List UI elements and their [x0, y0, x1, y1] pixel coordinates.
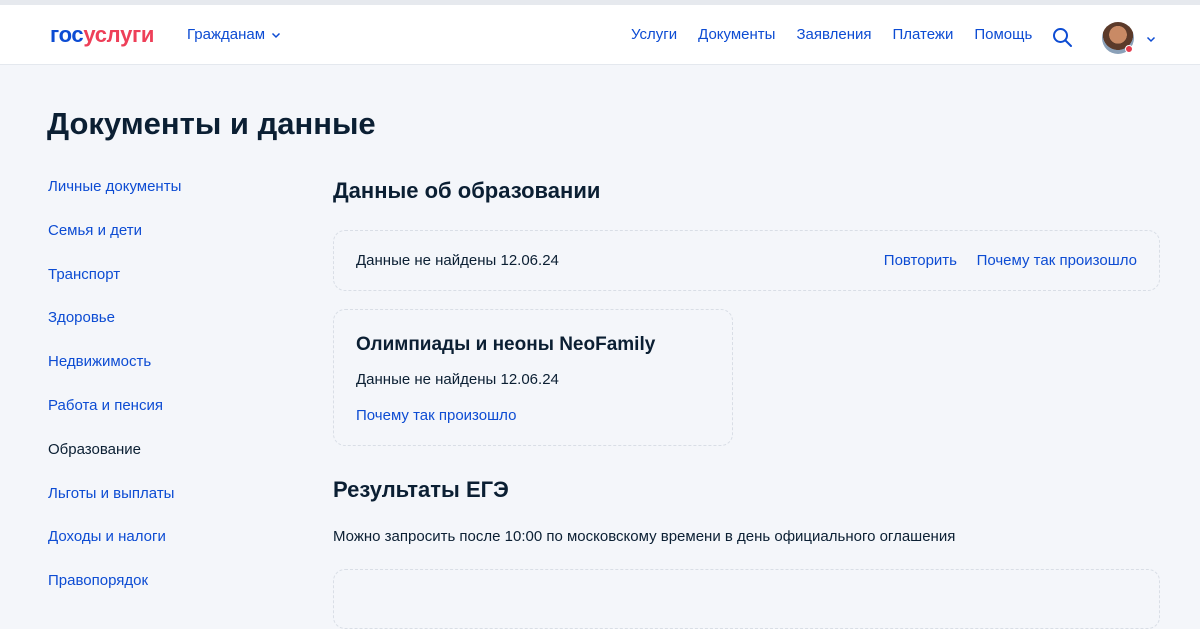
education-section-title: Данные об образовании — [333, 178, 601, 203]
retry-link[interactable]: Повторить — [884, 252, 957, 269]
olympiads-card: Олимпиады и неоны NeoFamily Данные не на… — [333, 309, 733, 446]
nav-help[interactable]: Помощь — [974, 26, 1032, 43]
gosuslugi-logo[interactable]: госуслуги — [50, 22, 154, 48]
olympiads-why-link[interactable]: Почему так произошло — [356, 407, 516, 424]
nav-payments[interactable]: Платежи — [893, 26, 954, 43]
sidebar: Личные документы Семья и дети Транспорт … — [48, 177, 181, 615]
chevron-down-icon[interactable] — [1146, 34, 1156, 44]
page-title: Документы и данные — [47, 106, 376, 141]
ege-note: Можно запросить после 10:00 по московско… — [333, 528, 956, 545]
education-status-card: Данные не найдены 12.06.24 Повторить Поч… — [333, 230, 1160, 291]
chevron-down-icon — [272, 32, 281, 38]
olympiads-title: Олимпиады и неоны NeoFamily — [356, 334, 656, 355]
sidebar-item-family[interactable]: Семья и дети — [48, 221, 181, 265]
ege-section-title: Результаты ЕГЭ — [333, 477, 509, 502]
sidebar-item-personal-documents[interactable]: Личные документы — [48, 177, 181, 221]
sidebar-item-law[interactable]: Правопорядок — [48, 571, 181, 615]
why-link[interactable]: Почему так произошло — [977, 252, 1137, 269]
olympiads-status-text: Данные не найдены 12.06.24 — [356, 371, 559, 388]
education-status-text: Данные не найдены 12.06.24 — [356, 252, 559, 269]
sidebar-item-health[interactable]: Здоровье — [48, 308, 181, 352]
sidebar-item-transport[interactable]: Транспорт — [48, 265, 181, 309]
nav-documents[interactable]: Документы — [698, 26, 775, 43]
audience-dropdown[interactable]: Гражданам — [187, 26, 281, 43]
audience-label: Гражданам — [187, 26, 266, 43]
top-bar: госуслуги Гражданам Услуги Документы Зая… — [0, 0, 1200, 65]
nav-applications[interactable]: Заявления — [796, 26, 871, 43]
notification-dot — [1125, 45, 1133, 53]
sidebar-item-income-taxes[interactable]: Доходы и налоги — [48, 527, 181, 571]
nav-services[interactable]: Услуги — [631, 26, 677, 43]
sidebar-item-education[interactable]: Образование — [48, 440, 181, 484]
sidebar-item-benefits[interactable]: Льготы и выплаты — [48, 484, 181, 528]
sidebar-item-work-pension[interactable]: Работа и пенсия — [48, 396, 181, 440]
ege-card — [333, 569, 1160, 629]
main-nav: Услуги Документы Заявления Платежи Помощ… — [631, 26, 1053, 43]
sidebar-item-real-estate[interactable]: Недвижимость — [48, 352, 181, 396]
search-icon[interactable] — [1052, 27, 1073, 48]
